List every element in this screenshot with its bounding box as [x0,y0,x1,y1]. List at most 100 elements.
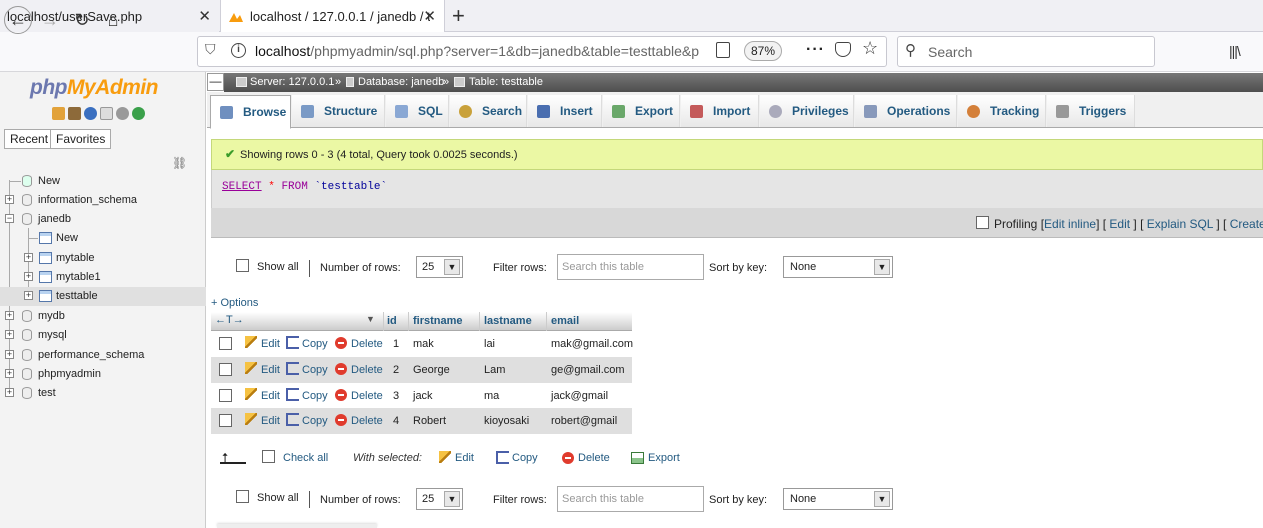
link-with-main-panel-icon[interactable]: ⛓ [172,156,187,170]
settings-gear-icon[interactable] [116,107,129,120]
bulk-export-button[interactable]: Export [648,452,680,464]
row-edit-link[interactable]: Edit [261,338,280,350]
row-copy-link[interactable]: Copy [302,415,328,427]
tab-privileges[interactable]: Privileges [760,95,854,127]
tree-item-mydb[interactable]: + mydb [0,307,206,326]
row-checkbox[interactable] [219,414,232,427]
column-header-email[interactable]: email [551,315,579,327]
phpmyadmin-logo[interactable]: phpMyAdmin [30,76,158,100]
home-icon[interactable]: ⌂ [99,6,127,34]
expand-icon[interactable]: + [5,195,14,204]
collapse-icon[interactable]: − [5,214,14,223]
tree-item-performance-schema[interactable]: + performance_schema [0,346,206,365]
tab-export[interactable]: Export [603,95,680,127]
forward-arrow-icon[interactable]: → [36,6,64,34]
expand-icon[interactable]: + [5,350,14,359]
row-edit-link[interactable]: Edit [261,415,280,427]
expand-icon[interactable]: + [5,311,14,320]
back-arrow-icon[interactable]: ← [4,6,32,34]
reload-navigation-icon[interactable] [132,107,145,120]
sql-keyword-select[interactable]: SELECT [222,181,262,193]
breadcrumb-table[interactable]: Table: testtable [469,76,543,88]
row-delete-link[interactable]: Delete [351,390,383,402]
column-header-lastname[interactable]: lastname [484,315,532,327]
tab-insert[interactable]: Insert [528,95,602,127]
filter-rows-input[interactable]: Search this table [557,486,704,512]
bookmark-star-icon[interactable]: ☆ [862,38,878,59]
tree-item-new-table[interactable]: New [0,229,206,248]
tab-sql[interactable]: SQL [386,95,449,127]
filter-rows-input[interactable]: Search this table [557,254,704,280]
edit-inline-link[interactable]: Edit inline [1044,217,1096,231]
tab-tracking[interactable]: Tracking [958,95,1046,127]
options-toggle[interactable]: + Options [211,297,258,309]
site-info-icon[interactable]: i [231,43,246,58]
row-edit-link[interactable]: Edit [261,390,280,402]
column-header-id[interactable]: id [387,315,397,327]
tree-item-test[interactable]: + test [0,384,206,403]
tree-item-phpmyadmin[interactable]: + phpmyadmin [0,365,206,384]
row-checkbox[interactable] [219,337,232,350]
sort-by-key-select[interactable]: None ▼ [783,488,893,510]
bulk-delete-button[interactable]: Delete [578,452,610,464]
show-all-checkbox[interactable] [236,490,249,503]
check-all-checkbox[interactable] [262,450,275,463]
tree-item-janedb[interactable]: − janedb [0,210,206,229]
tab-triggers[interactable]: Triggers [1047,95,1135,127]
logout-icon[interactable] [68,107,81,120]
tab-operations[interactable]: Operations [855,95,957,127]
row-checkbox[interactable] [219,363,232,376]
tracking-shield-icon[interactable]: ⛉ [205,41,216,58]
tree-item-testtable[interactable]: + testtable [0,287,206,306]
tab-search[interactable]: Search [450,95,527,127]
expand-icon[interactable]: + [24,272,33,281]
sort-by-key-select[interactable]: None ▼ [783,256,893,278]
expand-icon[interactable]: + [24,253,33,262]
edit-query-link[interactable]: Edit [1109,217,1130,231]
row-copy-link[interactable]: Copy [302,364,328,376]
breadcrumb-server[interactable]: Server: 127.0.0.1 [250,76,334,88]
help-icon[interactable] [84,107,97,120]
row-edit-link[interactable]: Edit [261,364,280,376]
library-icon[interactable]: |||\ [1229,43,1241,59]
row-delete-link[interactable]: Delete [351,415,383,427]
bulk-edit-button[interactable]: Edit [455,452,474,464]
row-checkbox[interactable] [219,389,232,402]
bulk-copy-button[interactable]: Copy [512,452,538,464]
favorite-tables-button[interactable]: Favorites [50,129,112,149]
profiling-checkbox[interactable] [976,216,989,229]
close-tab-icon[interactable]: ✕ [198,7,211,25]
url-text[interactable]: localhost/phpmyadmin/sql.php?server=1&db… [255,43,710,59]
expand-icon[interactable]: + [24,291,33,300]
number-of-rows-select[interactable]: 25 ▼ [416,256,463,278]
check-all-label[interactable]: Check all [283,452,328,464]
tab-structure[interactable]: Structure [292,95,385,127]
tab-import[interactable]: Import [681,95,759,127]
tree-item-mysql[interactable]: + mysql [0,326,206,345]
reader-view-icon[interactable] [716,42,730,58]
zoom-level-badge[interactable]: 87% [744,41,782,61]
expand-icon[interactable]: + [5,369,14,378]
collapse-panel-button[interactable]: — [207,73,224,91]
home-icon[interactable] [52,107,65,120]
tree-item-mytable[interactable]: + mytable [0,249,206,268]
tree-item-new[interactable]: New [0,172,206,191]
column-navigation-arrows[interactable]: ←T→ [215,314,244,326]
expand-icon[interactable]: + [5,388,14,397]
browser-tab-phpmyadmin[interactable]: localhost / 127.0.0.1 / janedb / t ✕ [220,0,445,33]
documentation-icon[interactable] [100,107,113,120]
page-actions-menu-icon[interactable]: ··· [806,41,825,59]
reload-icon[interactable]: ↻ [68,6,96,34]
number-of-rows-select[interactable]: 25 ▼ [416,488,463,510]
column-header-firstname[interactable]: firstname [413,315,463,327]
explain-sql-link[interactable]: Explain SQL [1147,217,1213,231]
row-copy-link[interactable]: Copy [302,338,328,350]
sort-dropdown-icon[interactable]: ▼ [366,314,375,324]
show-all-checkbox[interactable] [236,259,249,272]
tab-browse[interactable]: Browse [210,95,291,129]
breadcrumb-database[interactable]: Database: janedb [358,76,444,88]
row-copy-link[interactable]: Copy [302,390,328,402]
tree-item-mytable1[interactable]: + mytable1 [0,268,206,287]
expand-icon[interactable]: + [5,330,14,339]
new-tab-plus-icon[interactable]: + [452,3,465,29]
